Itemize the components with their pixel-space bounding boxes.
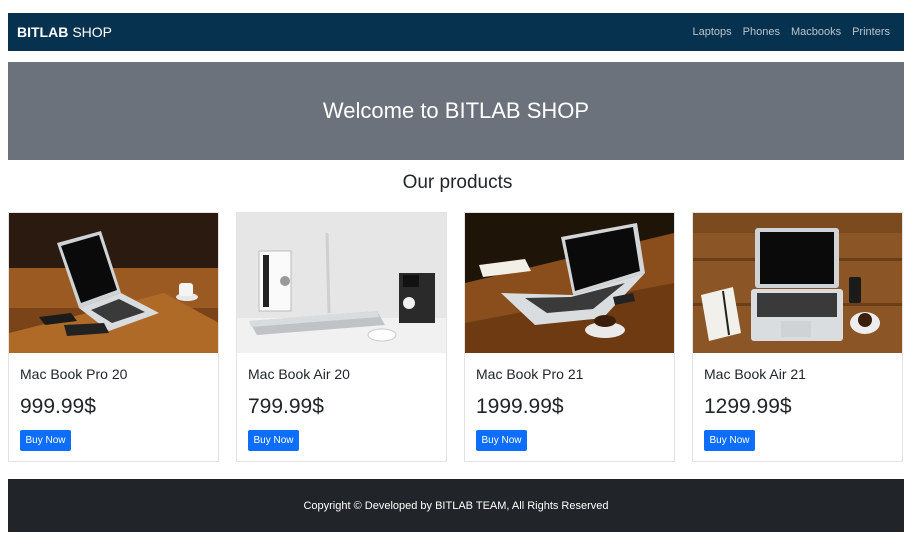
product-price: 1999.99$ xyxy=(476,395,564,418)
product-price: 999.99$ xyxy=(20,395,96,418)
section-title: Our products xyxy=(402,172,513,193)
buy-now-button[interactable]: Buy Now xyxy=(20,430,71,451)
product-grid: Mac Book Pro 20 999.99$ Buy Now Mac Book… xyxy=(8,212,904,462)
product-card: Mac Book Pro 20 999.99$ Buy Now xyxy=(8,212,219,462)
hero-title: Welcome to BITLAB SHOP xyxy=(322,98,590,123)
nav-link-macbooks[interactable]: Macbooks xyxy=(791,26,841,38)
product-name: Mac Book Air 20 xyxy=(248,366,350,382)
nav-link-phones[interactable]: Phones xyxy=(743,26,780,38)
laptop-on-white-desk-image xyxy=(237,213,446,353)
buy-now-button[interactable]: Buy Now xyxy=(704,430,755,451)
nav-link-laptops[interactable]: Laptops xyxy=(692,26,731,38)
brand-rest: SHOP xyxy=(72,24,113,40)
navbar: BITLAB SHOP Laptops Phones Macbooks Prin… xyxy=(8,13,904,51)
laptop-with-coffee-image xyxy=(465,213,674,353)
product-price: 1299.99$ xyxy=(704,395,792,418)
laptop-on-wooden-table-image xyxy=(9,213,218,353)
product-card: Mac Book Air 20 799.99$ Buy Now xyxy=(236,212,447,462)
product-card: Mac Book Pro 21 1999.99$ Buy Now xyxy=(464,212,675,462)
product-name: Mac Book Pro 21 xyxy=(476,366,584,382)
hero-banner: Welcome to BITLAB SHOP xyxy=(8,62,904,160)
product-name: Mac Book Air 21 xyxy=(704,366,806,382)
product-price: 799.99$ xyxy=(248,395,324,418)
product-card: Mac Book Air 21 1299.99$ Buy Now xyxy=(692,212,903,462)
nav-links: Laptops Phones Macbooks Printers xyxy=(692,26,890,38)
brand-logo[interactable]: BITLAB SHOP xyxy=(17,24,112,40)
buy-now-button[interactable]: Buy Now xyxy=(248,430,299,451)
brand-bold: BITLAB xyxy=(17,24,69,40)
nav-link-printers[interactable]: Printers xyxy=(852,26,890,38)
buy-now-button[interactable]: Buy Now xyxy=(476,430,527,451)
laptop-top-view-image xyxy=(693,213,902,353)
footer: Copyright © Developed by BITLAB TEAM, Al… xyxy=(8,479,904,532)
footer-copyright: Copyright © Developed by BITLAB TEAM, Al… xyxy=(303,499,609,512)
product-name: Mac Book Pro 20 xyxy=(20,366,128,382)
